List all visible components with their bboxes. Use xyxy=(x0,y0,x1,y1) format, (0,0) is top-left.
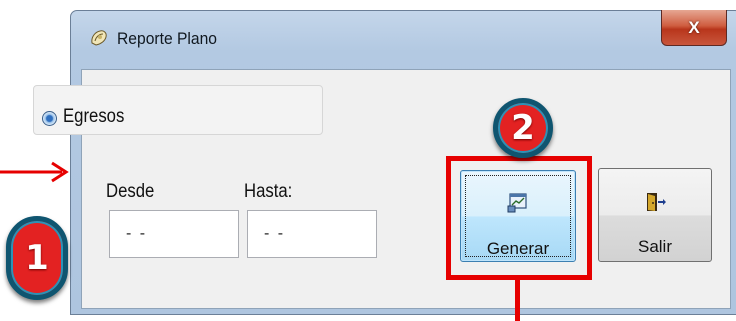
close-icon: X xyxy=(688,17,700,37)
highlight-pointer-line xyxy=(515,280,520,321)
egresos-radio-label[interactable]: Egresos xyxy=(63,106,124,128)
step-1-badge: 1 xyxy=(6,216,68,300)
report-window: Reporte Plano X xyxy=(70,10,736,315)
exit-button[interactable]: Salir xyxy=(598,168,712,262)
window-title: Reporte Plano xyxy=(117,29,217,48)
screenshot: Reporte Plano X Egresos Desde Hasta: Gen… xyxy=(0,0,736,321)
to-date-label: Hasta: xyxy=(244,181,293,202)
egresos-radio[interactable] xyxy=(42,111,57,126)
step-2-badge: 2 xyxy=(493,98,553,158)
close-button[interactable]: X xyxy=(661,10,727,46)
red-arrow-annotation xyxy=(0,161,69,183)
from-date-label: Desde xyxy=(106,181,155,202)
exit-button-label: Salir xyxy=(637,237,672,256)
from-date-field[interactable] xyxy=(109,210,239,258)
app-icon xyxy=(91,30,107,46)
exit-door-icon xyxy=(647,193,666,211)
generate-highlight-box xyxy=(446,156,592,280)
to-date-field[interactable] xyxy=(247,210,377,258)
title-bar: Reporte Plano X xyxy=(71,10,736,63)
